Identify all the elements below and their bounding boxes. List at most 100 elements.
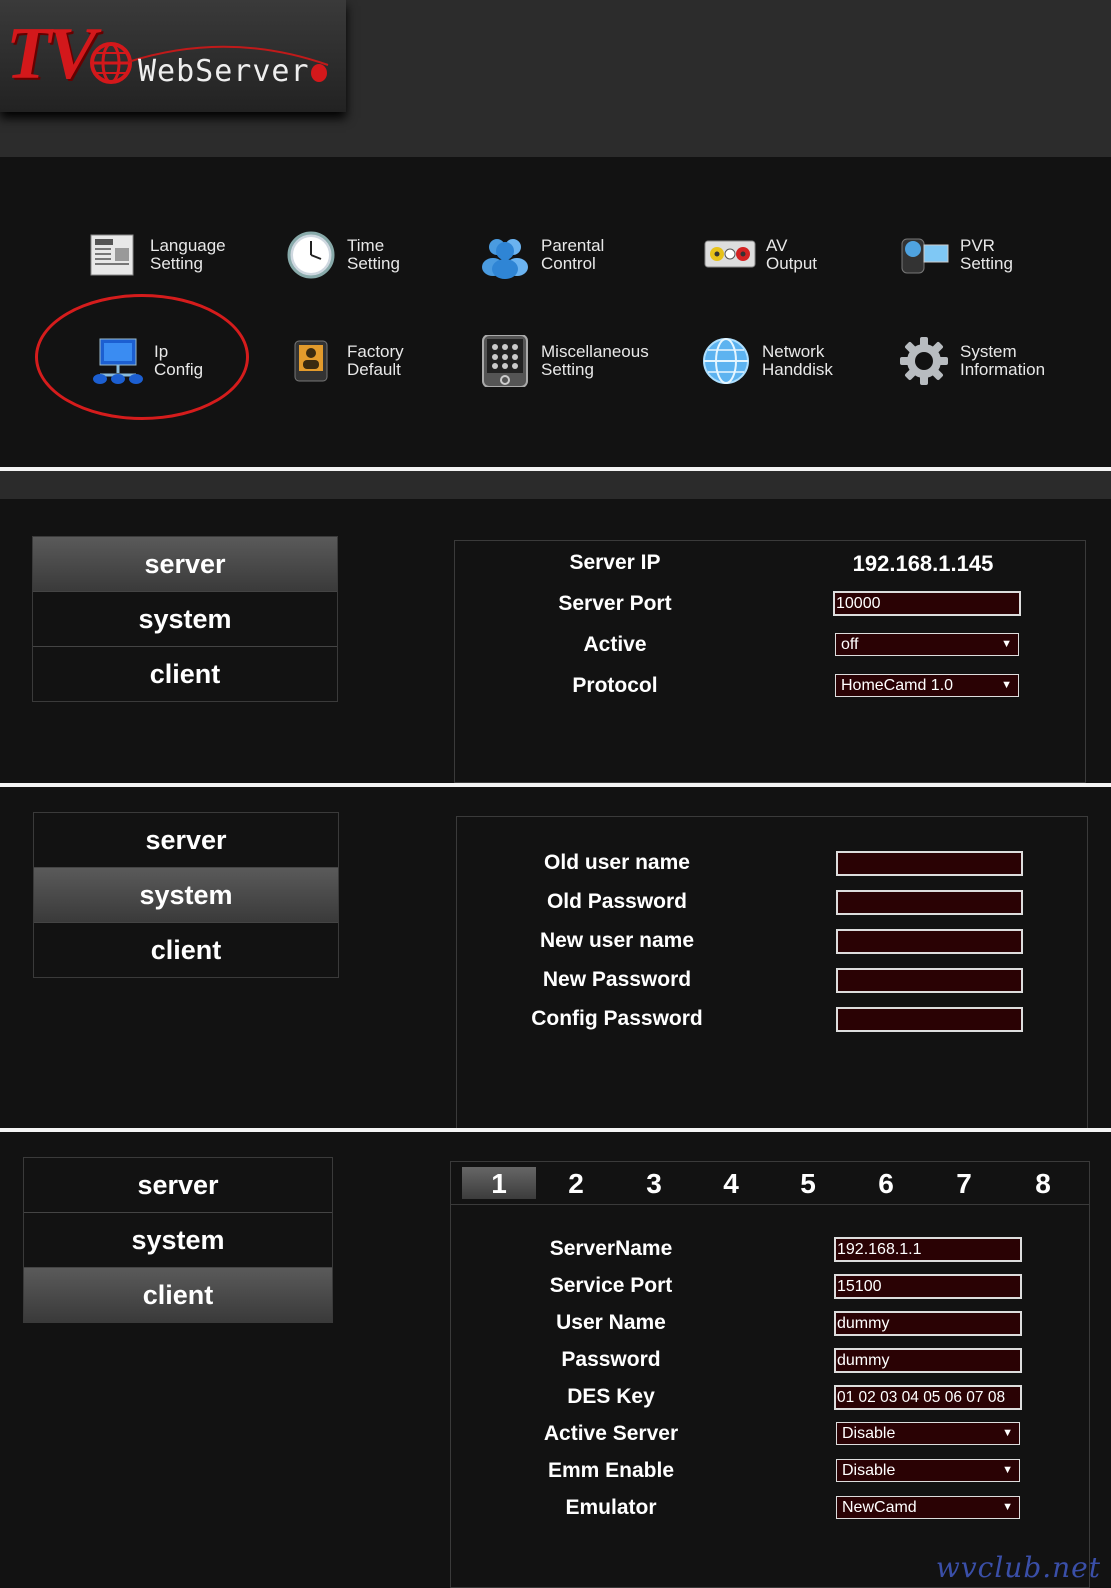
tab-server[interactable]: server — [33, 537, 337, 592]
active-select[interactable]: off ▼ — [835, 633, 1019, 656]
client-form: 1 2 3 4 5 6 7 8 ServerName 192.168.1.1 S… — [450, 1161, 1090, 1588]
menu-time-label: Time Setting — [347, 236, 400, 273]
menu-parental-control[interactable]: Parental Control — [479, 229, 669, 285]
protocol-select[interactable]: HomeCamd 1.0 ▼ — [835, 674, 1019, 697]
logo-tv-text: TV — [6, 13, 97, 95]
highlight-ring — [35, 294, 249, 420]
server-ip-label: Server IP — [569, 551, 661, 574]
menu-parental-label: Parental Control — [541, 236, 605, 273]
config-password-input[interactable] — [836, 1007, 1023, 1032]
tab-list: server system client — [33, 812, 339, 978]
client-tab-5[interactable]: 5 — [771, 1167, 845, 1199]
clock-icon — [287, 231, 335, 279]
old-password-input[interactable] — [836, 890, 1023, 915]
remote-control-icon — [482, 335, 528, 387]
menu-av-label: AV Output — [766, 236, 818, 273]
old-user-name-label: Old user name — [544, 851, 690, 874]
client-tab-8[interactable]: 8 — [1006, 1167, 1080, 1199]
emm-enable-select-value: Disable — [842, 1462, 896, 1479]
tab-list: server system client — [32, 536, 338, 702]
tab-system[interactable]: system — [34, 868, 338, 923]
menu-language-label: Language Setting — [150, 236, 226, 273]
tab-system[interactable]: system — [24, 1213, 332, 1268]
protocol-select-value: HomeCamd 1.0 — [841, 677, 954, 694]
logo[interactable]: TV WebServer — [0, 0, 346, 112]
contact-card-icon — [294, 340, 328, 382]
users-icon — [482, 239, 528, 279]
menu-pvr-setting[interactable]: PVR Setting — [898, 229, 1088, 285]
protocol-label: Protocol — [572, 674, 658, 697]
server-form: Server IP 192.168.1.145 Server Port 1000… — [454, 540, 1086, 783]
client-tab-4[interactable]: 4 — [694, 1167, 768, 1199]
client-tab-2[interactable]: 2 — [539, 1167, 613, 1199]
client-tab-7[interactable]: 7 — [927, 1167, 1001, 1199]
menu-miscellaneous-label: Miscellaneous Setting — [541, 342, 649, 379]
emm-enable-select[interactable]: Disable ▼ — [836, 1459, 1020, 1482]
client-tab-1[interactable]: 1 — [462, 1167, 536, 1199]
new-password-label: New Password — [542, 968, 692, 991]
old-user-name-input[interactable] — [836, 851, 1023, 876]
menu-miscellaneous-setting[interactable]: Miscellaneous Setting — [479, 335, 669, 391]
des-key-input[interactable]: 01 02 03 04 05 06 07 08 — [834, 1385, 1022, 1410]
tab-client[interactable]: client — [34, 923, 338, 977]
service-port-input[interactable]: 15100 — [834, 1274, 1022, 1299]
active-server-select[interactable]: Disable ▼ — [836, 1422, 1020, 1445]
globe-network-icon — [703, 338, 749, 384]
service-port-label: Service Port — [549, 1274, 673, 1297]
tab-system[interactable]: system — [33, 592, 337, 647]
menu-pvr-label: PVR Setting — [960, 236, 1013, 273]
config-password-label: Config Password — [531, 1007, 703, 1030]
chevron-down-icon: ▼ — [1002, 1464, 1013, 1476]
server-port-input[interactable]: 10000 — [833, 591, 1021, 616]
client-tab-6[interactable]: 6 — [849, 1167, 923, 1199]
new-user-name-input[interactable] — [836, 929, 1023, 954]
system-form: Old user name Old Password New user name… — [456, 816, 1088, 1129]
menu-network-label: Network Handdisk — [762, 342, 833, 379]
watermark: wvclub.net — [935, 1551, 1101, 1584]
old-password-label: Old Password — [546, 890, 688, 913]
av-connector-icon — [704, 240, 756, 268]
tab-client[interactable]: client — [33, 647, 337, 701]
menu-language-setting[interactable]: Language Setting — [88, 229, 278, 285]
newspaper-icon — [90, 234, 134, 276]
active-select-value: off — [841, 636, 859, 653]
menu-system-information[interactable]: System Information — [898, 335, 1088, 391]
menu-av-output[interactable]: AV Output — [704, 229, 894, 285]
server-name-input[interactable]: 192.168.1.1 — [834, 1237, 1022, 1262]
camcorder-icon — [901, 238, 949, 274]
menu-time-setting[interactable]: Time Setting — [285, 229, 475, 285]
chevron-down-icon: ▼ — [1002, 1501, 1013, 1513]
server-name-label: ServerName — [549, 1237, 673, 1260]
emulator-select[interactable]: NewCamd ▼ — [836, 1496, 1020, 1519]
new-user-name-label: New user name — [539, 929, 695, 952]
gear-icon — [900, 337, 948, 385]
menu-system-label: System Information — [960, 342, 1046, 379]
chevron-down-icon: ▼ — [1001, 638, 1012, 650]
tab-list: server system client — [23, 1157, 333, 1323]
emulator-select-value: NewCamd — [842, 1499, 917, 1516]
new-password-input[interactable] — [836, 968, 1023, 993]
tab-server[interactable]: server — [24, 1158, 332, 1213]
des-key-label: DES Key — [567, 1385, 655, 1408]
menu-network-handdisk[interactable]: Network Handdisk — [700, 335, 890, 391]
user-name-label: User Name — [556, 1311, 666, 1334]
server-ip-value: 192.168.1.145 — [852, 551, 994, 576]
emulator-label: Emulator — [565, 1496, 657, 1519]
server-port-label: Server Port — [558, 592, 672, 615]
client-tab-3[interactable]: 3 — [617, 1167, 691, 1199]
user-name-input[interactable]: dummy — [834, 1311, 1022, 1336]
active-server-select-value: Disable — [842, 1425, 896, 1442]
menu-factory-default[interactable]: Factory Default — [285, 335, 475, 391]
client-number-tabs: 1 2 3 4 5 6 7 8 — [451, 1162, 1089, 1205]
password-input[interactable]: dummy — [834, 1348, 1022, 1373]
emm-enable-label: Emm Enable — [547, 1459, 675, 1482]
chevron-down-icon: ▼ — [1001, 679, 1012, 691]
menu-factory-label: Factory Default — [347, 342, 404, 379]
panel-header-strip — [0, 471, 1111, 499]
password-label: Password — [561, 1348, 661, 1371]
active-label: Active — [583, 633, 647, 656]
chevron-down-icon: ▼ — [1002, 1427, 1013, 1439]
tab-client[interactable]: client — [24, 1268, 332, 1322]
tab-server[interactable]: server — [34, 813, 338, 868]
active-server-label: Active Server — [543, 1422, 679, 1445]
